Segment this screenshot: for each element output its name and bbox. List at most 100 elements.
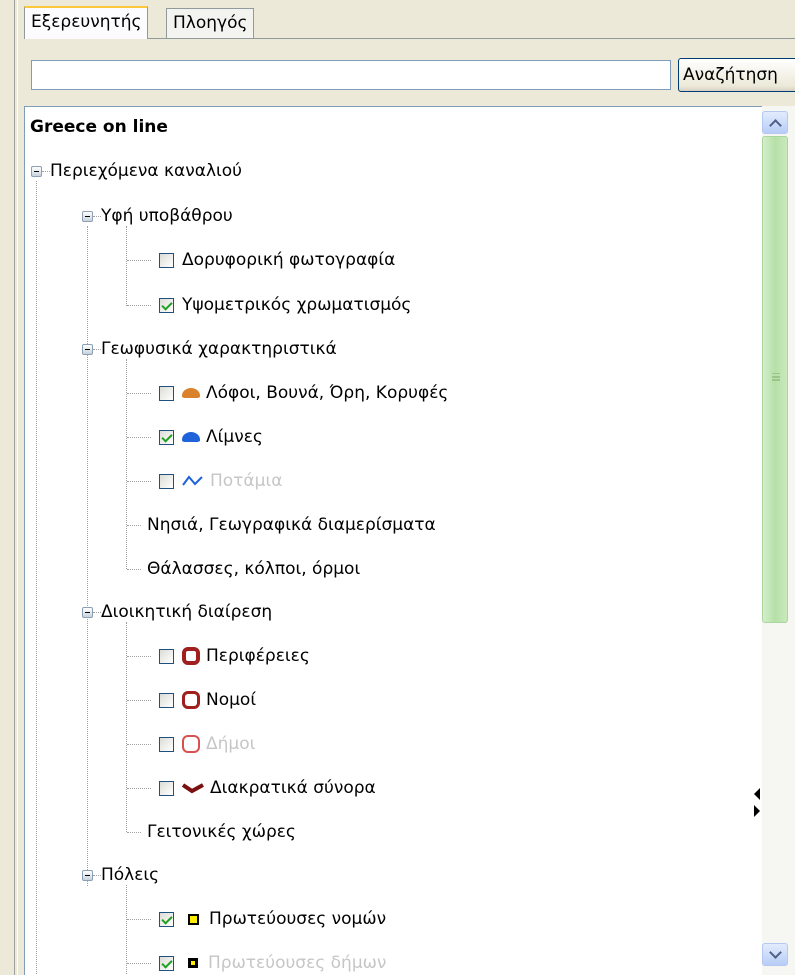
tree-connector (127, 832, 141, 833)
river-line-icon (182, 475, 203, 486)
tree-node-label: Γεωφυσικά χαρακτηριστικά (101, 339, 337, 359)
tree-item-municipalities[interactable]: Δήμοι (159, 729, 255, 759)
layer-checkbox[interactable] (159, 736, 174, 752)
vertical-scrollbar[interactable] (762, 106, 795, 975)
tree-node-label: Πόλεις (101, 865, 160, 885)
tree-node-texture[interactable]: Υφή υποβάθρου (101, 201, 233, 231)
tab-navigator-label: Πλοηγός (173, 13, 248, 33)
border-line-icon (182, 783, 204, 794)
tab-navigator[interactable]: Πλοηγός (166, 8, 255, 38)
layer-checkbox[interactable] (159, 648, 174, 664)
scroll-down-button[interactable] (762, 943, 788, 966)
splitter-toggle-icon[interactable] (752, 783, 762, 823)
tree-connector (127, 656, 151, 657)
tree-item-satellite-photo[interactable]: Δορυφορική φωτογραφία (159, 245, 395, 275)
layer-checkbox[interactable] (159, 429, 174, 445)
tree-connector (126, 226, 127, 306)
tree-connector (42, 171, 50, 172)
tree-connector (127, 569, 141, 570)
layer-checkbox[interactable] (159, 692, 174, 708)
tree-item-label: Ποτάμια (210, 471, 283, 491)
tree-connector (127, 919, 151, 920)
scroll-thumb[interactable] (762, 136, 788, 623)
tree-node-label: Υφή υποβάθρου (101, 206, 233, 226)
layer-checkbox[interactable] (159, 473, 174, 489)
tree-node-cities[interactable]: Πόλεις (101, 860, 159, 890)
tree-node-label: Διοικητική διαίρεση (101, 602, 273, 622)
layer-checkbox[interactable] (159, 385, 174, 401)
tree-item-label: Πρωτεύουσες νομών (209, 909, 387, 929)
layer-checkbox[interactable] (159, 780, 174, 796)
tree-connector (127, 260, 151, 261)
layer-checkbox[interactable] (159, 955, 174, 971)
tree-node-label: Περιεχόμενα καναλιού (50, 161, 243, 181)
tree-item-label: Δήμοι (206, 734, 256, 754)
tab-explorer[interactable]: Εξερευνητής (24, 6, 149, 39)
tree-item-municipal-capitals[interactable]: Πρωτεύουσες δήμων (159, 948, 386, 975)
tree-connector (127, 700, 151, 701)
tree-connector (127, 788, 151, 789)
tree-item-label: Λίμνες (206, 427, 263, 447)
tree-item-label: Υψομετρικός χρωματισμός (182, 295, 412, 315)
tree-connector (93, 875, 101, 876)
tree-root-label: Greece on line (30, 117, 168, 137)
tree-connector (127, 393, 151, 394)
tree-connector (126, 885, 127, 975)
tree-item-elevation-coloring[interactable]: Υψομετρικός χρωματισμός (159, 290, 411, 320)
prefecture-octagon-icon (182, 691, 200, 709)
tree-connector (127, 437, 151, 438)
search-input[interactable] (31, 60, 671, 90)
prefecture-capital-square-icon (188, 913, 199, 925)
expand-toggle-texture[interactable] (82, 211, 93, 222)
tree-item-label: Νησιά, Γεωγραφικά διαμερίσματα (147, 515, 436, 535)
region-octagon-icon (182, 647, 200, 665)
scroll-grip-icon (772, 373, 780, 375)
tree-item-label: Διακρατικά σύνορα (210, 778, 376, 798)
tree-connector (127, 525, 141, 526)
expand-toggle-cities[interactable] (82, 870, 93, 881)
layer-checkbox[interactable] (159, 911, 174, 927)
tree-connector (93, 349, 101, 350)
tree-item-label: Θάλασσες, κόλποι, όρμοι (147, 559, 361, 579)
mountain-blob-icon (182, 388, 200, 398)
tree-node-channel-contents[interactable]: Περιεχόμενα καναλιού (50, 156, 242, 186)
municipal-capital-square-icon (188, 958, 198, 968)
panel-left-border (14, 0, 15, 975)
panel-left-highlight (17, 0, 18, 975)
layer-tree: Greece on line Περιεχόμενα καναλιού Υφή … (24, 106, 795, 975)
tree-item-lakes[interactable]: Λίμνες (159, 422, 263, 452)
tree-node-administrative[interactable]: Διοικητική διαίρεση (101, 597, 272, 627)
expand-toggle-geophysical[interactable] (82, 344, 93, 355)
search-button[interactable]: Αναζήτηση (678, 58, 795, 92)
tree-item-mountains[interactable]: Λόφοι, Βουνά, Όρη, Κορυφές (159, 378, 448, 408)
tree-item-label: Νομοί (206, 690, 257, 710)
tree-item-borders[interactable]: Διακρατικά σύνορα (159, 773, 376, 803)
tree-item-label: Περιφέρειες (206, 646, 310, 666)
layer-checkbox[interactable] (159, 252, 174, 268)
tree-item-regions[interactable]: Περιφέρειες (159, 641, 310, 671)
expand-toggle-administrative[interactable] (82, 607, 93, 618)
lake-blob-icon (182, 432, 200, 442)
tree-item-neighboring-countries[interactable]: Γειτονικές χώρες (147, 817, 296, 847)
tree-item-label: Δορυφορική φωτογραφία (182, 250, 396, 270)
tree-item-rivers[interactable]: Ποτάμια (159, 466, 282, 496)
expand-toggle-channel[interactable] (31, 166, 42, 177)
tree-item-label: Πρωτεύουσες δήμων (208, 953, 387, 973)
tree-item-seas[interactable]: Θάλασσες, κόλποι, όρμοι (147, 554, 360, 584)
tree-item-prefectures[interactable]: Νομοί (159, 685, 256, 715)
tree-item-label: Γειτονικές χώρες (147, 822, 296, 842)
layer-checkbox[interactable] (159, 297, 174, 313)
tree-connector (127, 963, 151, 964)
tree-connector (126, 359, 127, 569)
tree-connector (36, 181, 37, 975)
tree-item-label: Λόφοι, Βουνά, Όρη, Κορυφές (206, 383, 449, 403)
tree-connector (127, 481, 151, 482)
scroll-up-button[interactable] (762, 111, 788, 134)
tab-explorer-label: Εξερευνητής (31, 12, 142, 32)
tree-connector (126, 622, 127, 832)
tree-item-islands[interactable]: Νησιά, Γεωγραφικά διαμερίσματα (147, 510, 436, 540)
tree-node-geophysical[interactable]: Γεωφυσικά χαρακτηριστικά (101, 334, 337, 364)
tree-item-prefecture-capitals[interactable]: Πρωτεύουσες νομών (159, 904, 386, 934)
tree-connector (93, 216, 101, 217)
tree-connector (127, 744, 151, 745)
